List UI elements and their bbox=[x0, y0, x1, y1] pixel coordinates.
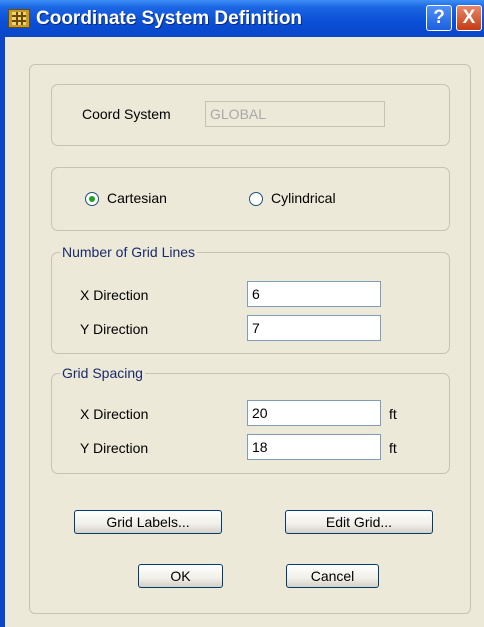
help-button[interactable]: ? bbox=[426, 5, 452, 31]
grid-spacing-y-label: Y Direction bbox=[80, 440, 149, 456]
ok-button[interactable]: OK bbox=[138, 564, 223, 588]
close-button[interactable]: X bbox=[456, 5, 482, 31]
grid-lines-group: Number of Grid Lines X Direction 6 Y Dir… bbox=[51, 244, 450, 354]
grid-lines-y-label: Y Direction bbox=[80, 321, 149, 337]
cylindrical-radio[interactable] bbox=[249, 192, 263, 206]
grid-app-icon bbox=[8, 9, 30, 28]
system-type-group: Cartesian Cylindrical bbox=[51, 167, 450, 231]
dialog-title: Coordinate System Definition bbox=[36, 8, 303, 29]
grid-spacing-x-unit: ft bbox=[389, 406, 397, 422]
grid-spacing-x-input[interactable]: 20 bbox=[247, 400, 381, 426]
cartesian-radio[interactable] bbox=[85, 192, 99, 206]
grid-lines-y-input[interactable]: 7 bbox=[247, 315, 381, 341]
grid-lines-legend: Number of Grid Lines bbox=[60, 244, 198, 260]
grid-spacing-legend: Grid Spacing bbox=[60, 365, 145, 381]
window-border bbox=[0, 37, 5, 627]
grid-lines-x-input[interactable]: 6 bbox=[247, 281, 381, 307]
coord-system-label: Coord System bbox=[82, 106, 171, 122]
grid-spacing-x-label: X Direction bbox=[80, 406, 149, 422]
coord-system-group: Coord System GLOBAL bbox=[51, 84, 450, 146]
title-bar[interactable]: Coordinate System Definition ? X bbox=[0, 0, 484, 37]
cartesian-label[interactable]: Cartesian bbox=[107, 190, 167, 206]
coord-system-field: GLOBAL bbox=[205, 101, 385, 127]
grid-labels-button[interactable]: Grid Labels... bbox=[74, 510, 222, 534]
cancel-button[interactable]: Cancel bbox=[286, 564, 379, 588]
grid-spacing-y-input[interactable]: 18 bbox=[247, 434, 381, 460]
grid-spacing-group: Grid Spacing X Direction 20 ft Y Directi… bbox=[51, 365, 450, 474]
dialog-window: Coordinate System Definition ? X Coord S… bbox=[0, 0, 484, 627]
cylindrical-label[interactable]: Cylindrical bbox=[271, 190, 336, 206]
edit-grid-button[interactable]: Edit Grid... bbox=[285, 510, 433, 534]
grid-spacing-y-unit: ft bbox=[389, 440, 397, 456]
content-panel: Coord System GLOBAL Cartesian Cylindrica… bbox=[29, 64, 471, 614]
grid-lines-x-label: X Direction bbox=[80, 287, 149, 303]
